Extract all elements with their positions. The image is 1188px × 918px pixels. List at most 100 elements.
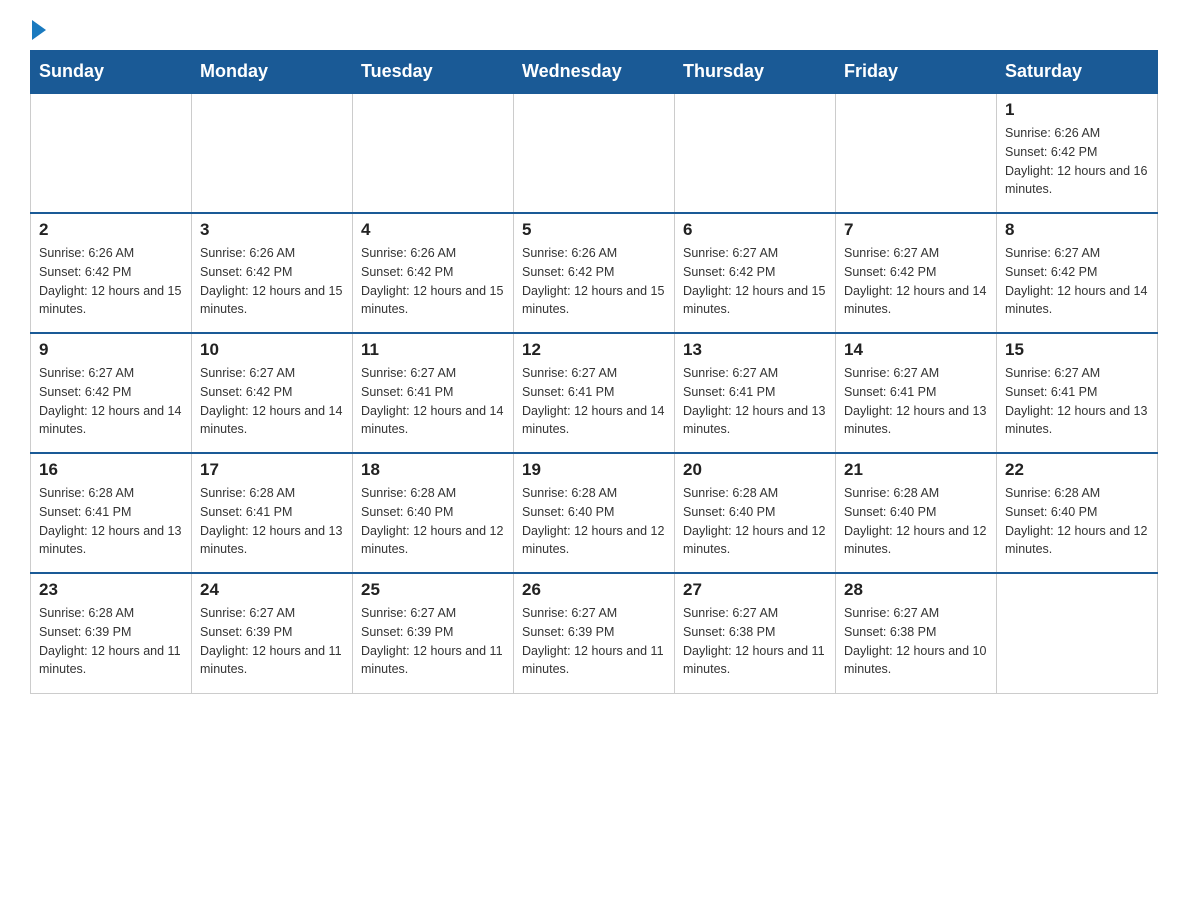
day-number: 9	[39, 340, 183, 360]
day-info: Sunrise: 6:28 AMSunset: 6:40 PMDaylight:…	[844, 484, 988, 559]
day-number: 7	[844, 220, 988, 240]
weekday-header-friday: Friday	[836, 51, 997, 94]
day-number: 26	[522, 580, 666, 600]
day-number: 3	[200, 220, 344, 240]
calendar-day-cell: 1 Sunrise: 6:26 AMSunset: 6:42 PMDaylight…	[997, 93, 1158, 213]
calendar-day-cell: 14 Sunrise: 6:27 AMSunset: 6:41 PMDayligh…	[836, 333, 997, 453]
calendar-day-cell: 8 Sunrise: 6:27 AMSunset: 6:42 PMDaylight…	[997, 213, 1158, 333]
day-number: 24	[200, 580, 344, 600]
day-number: 17	[200, 460, 344, 480]
day-info: Sunrise: 6:27 AMSunset: 6:41 PMDaylight:…	[522, 364, 666, 439]
day-info: Sunrise: 6:28 AMSunset: 6:41 PMDaylight:…	[39, 484, 183, 559]
calendar-day-cell	[836, 93, 997, 213]
calendar-week-row: 23Sunrise: 6:28 AMSunset: 6:39 PMDayligh…	[31, 573, 1158, 693]
weekday-header-monday: Monday	[192, 51, 353, 94]
day-number: 18	[361, 460, 505, 480]
day-info: Sunrise: 6:27 AMSunset: 6:39 PMDaylight:…	[522, 604, 666, 679]
day-number: 12	[522, 340, 666, 360]
day-number: 16	[39, 460, 183, 480]
day-number: 22	[1005, 460, 1149, 480]
calendar-day-cell: 27 Sunrise: 6:27 AMSunset: 6:38 PMDayligh…	[675, 573, 836, 693]
calendar-day-cell	[353, 93, 514, 213]
day-number: 25	[361, 580, 505, 600]
calendar-day-cell: 7 Sunrise: 6:27 AMSunset: 6:42 PMDaylight…	[836, 213, 997, 333]
calendar-day-cell: 16 Sunrise: 6:28 AMSunset: 6:41 PMDayligh…	[31, 453, 192, 573]
day-info: Sunrise: 6:27 AMSunset: 6:39 PMDaylight:…	[200, 604, 344, 679]
weekday-header-wednesday: Wednesday	[514, 51, 675, 94]
calendar-week-row: 2 Sunrise: 6:26 AMSunset: 6:42 PMDaylight…	[31, 213, 1158, 333]
calendar-day-cell: 11 Sunrise: 6:27 AMSunset: 6:41 PMDayligh…	[353, 333, 514, 453]
calendar-day-cell: 24 Sunrise: 6:27 AMSunset: 6:39 PMDayligh…	[192, 573, 353, 693]
day-info: Sunrise: 6:27 AMSunset: 6:42 PMDaylight:…	[39, 364, 183, 439]
day-number: 28	[844, 580, 988, 600]
calendar-day-cell: 19 Sunrise: 6:28 AMSunset: 6:40 PMDayligh…	[514, 453, 675, 573]
calendar-day-cell: 12 Sunrise: 6:27 AMSunset: 6:41 PMDayligh…	[514, 333, 675, 453]
day-number: 20	[683, 460, 827, 480]
calendar-week-row: 16 Sunrise: 6:28 AMSunset: 6:41 PMDayligh…	[31, 453, 1158, 573]
calendar-day-cell	[514, 93, 675, 213]
day-info: Sunrise: 6:26 AMSunset: 6:42 PMDaylight:…	[1005, 124, 1149, 199]
calendar-day-cell: 28 Sunrise: 6:27 AMSunset: 6:38 PMDayligh…	[836, 573, 997, 693]
day-number: 13	[683, 340, 827, 360]
calendar-day-cell: 22 Sunrise: 6:28 AMSunset: 6:40 PMDayligh…	[997, 453, 1158, 573]
calendar-day-cell	[31, 93, 192, 213]
calendar-day-cell	[675, 93, 836, 213]
day-info: Sunrise: 6:27 AMSunset: 6:42 PMDaylight:…	[844, 244, 988, 319]
day-info: Sunrise: 6:26 AMSunset: 6:42 PMDaylight:…	[361, 244, 505, 319]
calendar-day-cell: 25 Sunrise: 6:27 AMSunset: 6:39 PMDayligh…	[353, 573, 514, 693]
day-number: 5	[522, 220, 666, 240]
logo-arrow-icon	[32, 20, 46, 40]
day-info: Sunrise: 6:26 AMSunset: 6:42 PMDaylight:…	[522, 244, 666, 319]
weekday-header-thursday: Thursday	[675, 51, 836, 94]
calendar-day-cell: 15Sunrise: 6:27 AMSunset: 6:41 PMDayligh…	[997, 333, 1158, 453]
day-info: Sunrise: 6:26 AMSunset: 6:42 PMDaylight:…	[39, 244, 183, 319]
day-info: Sunrise: 6:27 AMSunset: 6:38 PMDaylight:…	[844, 604, 988, 679]
day-info: Sunrise: 6:27 AMSunset: 6:42 PMDaylight:…	[1005, 244, 1149, 319]
day-info: Sunrise: 6:27 AMSunset: 6:41 PMDaylight:…	[361, 364, 505, 439]
day-info: Sunrise: 6:27 AMSunset: 6:41 PMDaylight:…	[683, 364, 827, 439]
calendar-day-cell: 17Sunrise: 6:28 AMSunset: 6:41 PMDayligh…	[192, 453, 353, 573]
day-info: Sunrise: 6:27 AMSunset: 6:41 PMDaylight:…	[844, 364, 988, 439]
page-header	[30, 20, 1158, 40]
day-info: Sunrise: 6:28 AMSunset: 6:40 PMDaylight:…	[522, 484, 666, 559]
day-number: 19	[522, 460, 666, 480]
calendar-week-row: 1 Sunrise: 6:26 AMSunset: 6:42 PMDaylight…	[31, 93, 1158, 213]
weekday-header-sunday: Sunday	[31, 51, 192, 94]
weekday-header-row: SundayMondayTuesdayWednesdayThursdayFrid…	[31, 51, 1158, 94]
calendar-day-cell: 4Sunrise: 6:26 AMSunset: 6:42 PMDaylight…	[353, 213, 514, 333]
day-number: 27	[683, 580, 827, 600]
day-number: 11	[361, 340, 505, 360]
weekday-header-tuesday: Tuesday	[353, 51, 514, 94]
calendar-day-cell	[192, 93, 353, 213]
day-number: 14	[844, 340, 988, 360]
day-number: 10	[200, 340, 344, 360]
calendar-day-cell: 20 Sunrise: 6:28 AMSunset: 6:40 PMDayligh…	[675, 453, 836, 573]
calendar-day-cell: 26 Sunrise: 6:27 AMSunset: 6:39 PMDayligh…	[514, 573, 675, 693]
calendar-day-cell: 6 Sunrise: 6:27 AMSunset: 6:42 PMDaylight…	[675, 213, 836, 333]
day-info: Sunrise: 6:27 AMSunset: 6:39 PMDaylight:…	[361, 604, 505, 679]
calendar-day-cell: 18 Sunrise: 6:28 AMSunset: 6:40 PMDayligh…	[353, 453, 514, 573]
logo	[30, 20, 46, 40]
day-number: 6	[683, 220, 827, 240]
day-info: Sunrise: 6:27 AMSunset: 6:41 PMDaylight:…	[1005, 364, 1149, 439]
day-info: Sunrise: 6:28 AMSunset: 6:40 PMDaylight:…	[683, 484, 827, 559]
calendar-day-cell	[997, 573, 1158, 693]
day-info: Sunrise: 6:26 AMSunset: 6:42 PMDaylight:…	[200, 244, 344, 319]
calendar-day-cell: 5 Sunrise: 6:26 AMSunset: 6:42 PMDaylight…	[514, 213, 675, 333]
calendar-day-cell: 23Sunrise: 6:28 AMSunset: 6:39 PMDayligh…	[31, 573, 192, 693]
day-info: Sunrise: 6:27 AMSunset: 6:42 PMDaylight:…	[200, 364, 344, 439]
calendar-table: SundayMondayTuesdayWednesdayThursdayFrid…	[30, 50, 1158, 694]
day-info: Sunrise: 6:27 AMSunset: 6:42 PMDaylight:…	[683, 244, 827, 319]
day-number: 23	[39, 580, 183, 600]
calendar-day-cell: 13 Sunrise: 6:27 AMSunset: 6:41 PMDayligh…	[675, 333, 836, 453]
weekday-header-saturday: Saturday	[997, 51, 1158, 94]
calendar-day-cell: 3 Sunrise: 6:26 AMSunset: 6:42 PMDaylight…	[192, 213, 353, 333]
day-number: 8	[1005, 220, 1149, 240]
day-number: 1	[1005, 100, 1149, 120]
day-number: 2	[39, 220, 183, 240]
day-info: Sunrise: 6:28 AMSunset: 6:40 PMDaylight:…	[1005, 484, 1149, 559]
calendar-week-row: 9 Sunrise: 6:27 AMSunset: 6:42 PMDaylight…	[31, 333, 1158, 453]
day-info: Sunrise: 6:27 AMSunset: 6:38 PMDaylight:…	[683, 604, 827, 679]
calendar-day-cell: 21Sunrise: 6:28 AMSunset: 6:40 PMDayligh…	[836, 453, 997, 573]
day-info: Sunrise: 6:28 AMSunset: 6:40 PMDaylight:…	[361, 484, 505, 559]
